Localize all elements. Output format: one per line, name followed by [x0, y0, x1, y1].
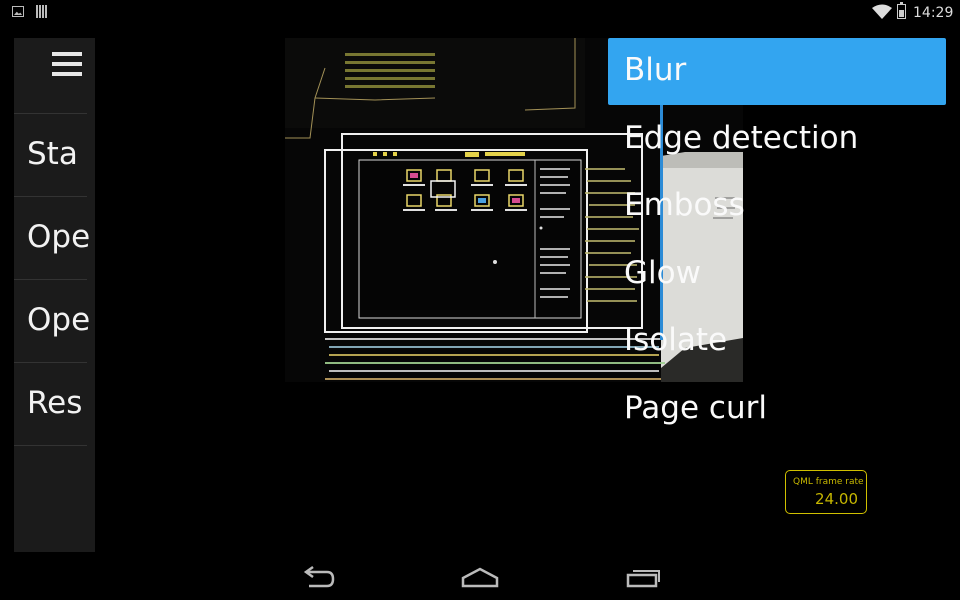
- side-item-reset[interactable]: Res: [14, 363, 95, 445]
- effect-label: Edge detection: [624, 120, 859, 156]
- status-bar: 14:29: [0, 0, 960, 26]
- hamburger-menu-icon[interactable]: [52, 52, 82, 76]
- effect-label: Blur: [624, 52, 687, 88]
- effect-label: Page curl: [624, 390, 767, 426]
- frame-rate-value: 24.00: [815, 490, 858, 508]
- effect-item-blur[interactable]: Blur: [608, 38, 946, 105]
- effect-item-isolate[interactable]: Isolate: [608, 308, 946, 374]
- side-item-label: Ope: [27, 219, 91, 255]
- divider: [14, 445, 87, 446]
- frame-rate-display: QML frame rate 24.00: [785, 470, 867, 514]
- effect-label: Glow: [624, 255, 701, 291]
- side-item-open-1[interactable]: Ope: [14, 197, 95, 279]
- frame-rate-label: QML frame rate: [793, 477, 864, 487]
- recent-apps-icon[interactable]: [624, 562, 664, 590]
- side-item-label: Res: [27, 385, 83, 421]
- effect-item-page-curl[interactable]: Page curl: [608, 376, 946, 442]
- wifi-icon: [872, 4, 892, 19]
- side-panel: Sta Ope Ope Res: [14, 38, 95, 552]
- clock: 14:29: [913, 5, 954, 21]
- navigation-bar: [0, 552, 960, 600]
- image-notification-icon: [12, 6, 24, 17]
- battery-icon: [897, 2, 906, 19]
- effect-label: Isolate: [624, 322, 728, 358]
- back-icon[interactable]: [299, 562, 339, 590]
- side-item-label: Sta: [27, 136, 78, 172]
- side-item-label: Ope: [27, 302, 91, 338]
- home-icon[interactable]: [460, 562, 500, 590]
- effect-item-edge-detection[interactable]: Edge detection: [608, 106, 946, 172]
- effect-item-glow[interactable]: Glow: [608, 241, 946, 307]
- side-item-open-2[interactable]: Ope: [14, 280, 95, 362]
- effect-item-emboss[interactable]: Emboss: [608, 173, 946, 239]
- barcode-notification-icon: [36, 5, 48, 18]
- effect-label: Emboss: [624, 187, 745, 223]
- side-item-start[interactable]: Sta: [14, 114, 95, 196]
